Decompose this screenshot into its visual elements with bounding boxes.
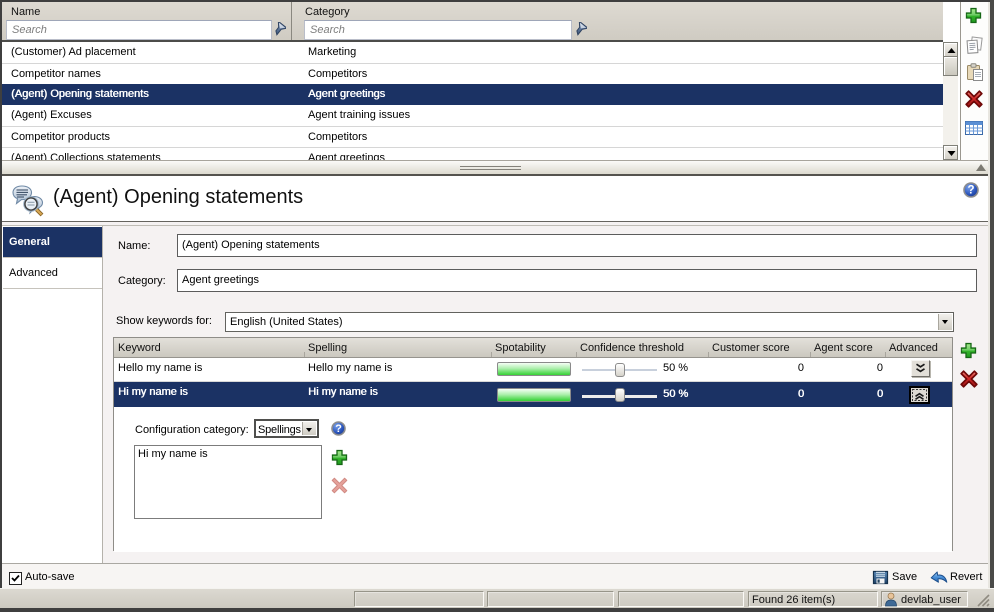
svg-text:?: ? xyxy=(335,423,342,435)
svg-text:?: ? xyxy=(967,185,974,197)
